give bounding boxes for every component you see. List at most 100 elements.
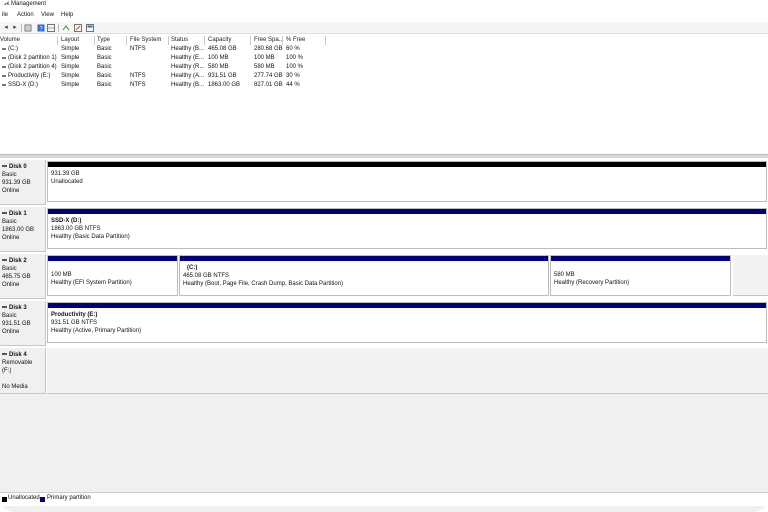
partition-c[interactable]: (C:) 465.08 GB NTFS Healthy (Boot, Page … (179, 255, 549, 296)
disk-label[interactable]: Disk 3 Basic 931.51 GB Online (0, 301, 46, 346)
partition-productivity[interactable]: Productivity (E:) 931.51 GB NTFS Healthy… (47, 302, 767, 343)
volume-file-system: NTFS (130, 46, 146, 52)
disk-name: Disk 0 (9, 164, 27, 170)
volume-layout: Simple (61, 46, 80, 52)
col-divider[interactable] (250, 36, 251, 45)
volume-free-space: 277.74 GB (254, 73, 283, 79)
disk-type: Basic (2, 172, 17, 178)
partition-name: Productivity (E:) (51, 312, 98, 318)
disk-label[interactable]: Disk 1 Basic 1863.00 GB Online (0, 207, 46, 252)
col-divider[interactable] (325, 36, 326, 45)
drive-icon (2, 84, 6, 86)
rescan-icon[interactable] (62, 24, 70, 32)
volume-free-space: 827.01 GB (254, 82, 283, 88)
disk-label[interactable]: Disk 4 Removable (F:) No Media (0, 348, 46, 394)
drive-icon (2, 48, 6, 50)
edit-icon[interactable] (74, 24, 82, 32)
volume-free-space: 580 MB (254, 64, 275, 70)
col-divider[interactable] (94, 36, 95, 45)
volume-percent-free: 100 % (286, 55, 304, 61)
volume-list: Volume Layout Type File System Status Ca… (0, 36, 768, 154)
legend-label-unallocated: Unallocated (8, 495, 40, 501)
volume-type: Basic (97, 55, 112, 61)
volume-row[interactable]: (Disk 2 partition 1) Simple Basic Health… (0, 54, 330, 62)
col-header-status[interactable]: Status (171, 37, 188, 43)
list-view-icon[interactable] (47, 24, 55, 32)
partition-status: Unallocated (51, 179, 83, 185)
menu-action[interactable]: Action (17, 12, 34, 18)
disk-label[interactable]: Disk 0 Basic 931.39 GB Online (0, 160, 46, 205)
col-header-type[interactable]: Type (97, 37, 110, 43)
disk-row-0: Disk 0 Basic 931.39 GB Online 931.39 GB … (0, 160, 768, 205)
empty-disk-area (0, 394, 768, 492)
partition-unallocated[interactable]: 931.39 GB Unallocated (47, 161, 767, 202)
disk-name: Disk 2 (9, 258, 27, 264)
disk-icon (2, 212, 7, 215)
partition-color-bar (48, 256, 177, 261)
volume-percent-free: 44 % (286, 82, 300, 88)
volume-name: (C:) (8, 46, 18, 52)
partition-recovery[interactable]: 580 MB Healthy (Recovery Partition) (550, 255, 731, 296)
no-media-area (47, 348, 768, 394)
volume-capacity: 931.51 GB (208, 73, 237, 79)
partition-status: Healthy (Basic Data Partition) (51, 234, 130, 240)
partition-info: SSD-X (D:) 1863.00 GB NTFS Healthy (Basi… (51, 217, 130, 241)
partition-ssd-x[interactable]: SSD-X (D:) 1863.00 GB NTFS Healthy (Basi… (47, 208, 767, 249)
menu-view[interactable]: View (41, 12, 54, 18)
disk-view-icon[interactable] (86, 24, 94, 32)
volume-type: Basic (97, 64, 112, 70)
disk-name: Disk 3 (9, 305, 27, 311)
disk-size: 1863.00 GB (2, 227, 35, 233)
menu-file[interactable]: ile (2, 12, 8, 18)
disk-icon (2, 259, 7, 262)
disk-management-window: isk Management ile Action View Help ◂ ▸ … (0, 0, 768, 512)
col-divider[interactable] (168, 36, 169, 45)
forward-arrow-icon[interactable]: ▸ (11, 24, 19, 32)
volume-status: Healthy (A... (171, 73, 205, 79)
partition-info: 931.39 GB Unallocated (51, 170, 83, 186)
disk-state: Online (2, 188, 20, 194)
menu-bar: ile Action View Help (0, 11, 768, 21)
col-divider[interactable] (204, 36, 205, 45)
col-header-free-space[interactable]: Free Spa... (254, 37, 284, 43)
drive-icon (2, 66, 6, 68)
col-header-percent-free[interactable]: % Free (286, 37, 305, 43)
disk-icon (2, 165, 7, 168)
volume-row[interactable]: (Disk 2 partition 4) Simple Basic Health… (0, 63, 330, 71)
col-divider[interactable] (282, 36, 283, 45)
menu-help[interactable]: Help (61, 12, 73, 18)
col-divider[interactable] (126, 36, 127, 45)
volume-name: SSD-X (D:) (8, 82, 38, 88)
disk-state: No Media (2, 384, 28, 390)
volume-layout: Simple (61, 82, 80, 88)
toolbar-separator (21, 24, 22, 32)
volume-capacity: 465.08 GB (208, 46, 237, 52)
partition-info: (C:) 465.08 GB NTFS Healthy (Boot, Page … (183, 264, 343, 288)
volume-row[interactable]: Productivity (E:) Simple Basic NTFS Heal… (0, 72, 330, 80)
help-icon[interactable]: ? (37, 24, 45, 33)
disk-size: 931.39 GB (2, 180, 31, 186)
partition-size: 931.51 GB NTFS (51, 320, 98, 326)
partition-size: 100 MB (51, 272, 72, 278)
disk-label[interactable]: Disk 2 Basic 465.75 GB Online (0, 254, 46, 299)
volume-row[interactable]: (C:) Simple Basic NTFS Healthy (B... 465… (0, 45, 330, 53)
volume-layout: Simple (61, 55, 80, 61)
volume-row[interactable]: SSD-X (D:) Simple Basic NTFS Healthy (B.… (0, 81, 330, 89)
disk-icon (2, 306, 7, 309)
volume-percent-free: 60 % (286, 46, 300, 52)
col-divider[interactable] (57, 36, 58, 45)
volume-name: (Disk 2 partition 1) (8, 55, 57, 61)
properties-icon[interactable] (24, 24, 32, 32)
partition-efi[interactable]: 100 MB Healthy (EFI System Partition) (47, 255, 178, 296)
col-header-capacity[interactable]: Capacity (208, 37, 231, 43)
partition-color-bar (48, 209, 766, 214)
disk-row-4: Disk 4 Removable (F:) No Media (0, 348, 768, 394)
back-arrow-icon[interactable]: ◂ (2, 24, 10, 32)
col-header-volume[interactable]: Volume (0, 37, 20, 43)
disk-row-3: Disk 3 Basic 931.51 GB Online Productivi… (0, 301, 768, 346)
partition-size: 465.08 GB NTFS (183, 273, 230, 279)
partition-status: Healthy (EFI System Partition) (51, 280, 132, 286)
col-header-layout[interactable]: Layout (61, 37, 79, 43)
disk-row-1: Disk 1 Basic 1863.00 GB Online SSD-X (D:… (0, 207, 768, 252)
col-header-file-system[interactable]: File System (130, 37, 161, 43)
